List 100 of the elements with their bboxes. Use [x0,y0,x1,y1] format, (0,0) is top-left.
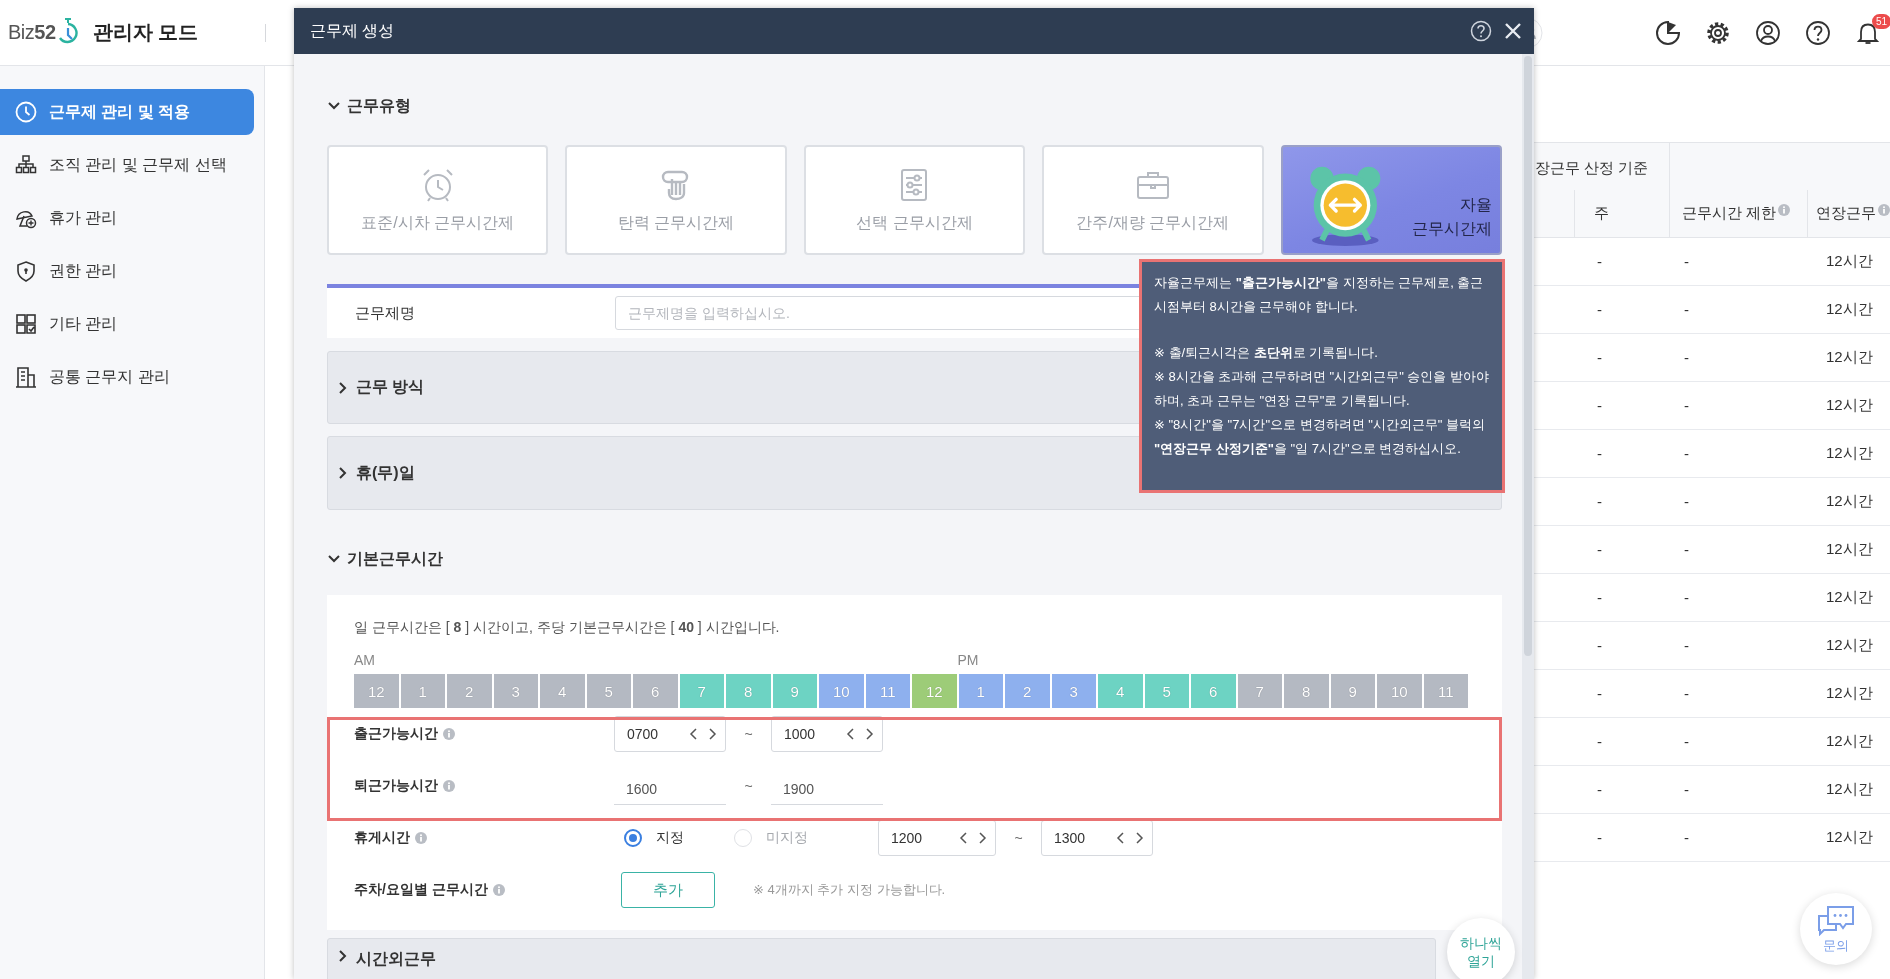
shield-icon [15,260,37,282]
table-cell: - [1575,382,1670,430]
hour-cell: 3 [493,674,538,708]
table-cell: 12시간 [1808,718,1890,766]
table-cell: - [1575,766,1670,814]
sidebar-item[interactable]: 근무제 관리 및 적용 [0,89,254,135]
hour-cell: 2 [1005,674,1050,708]
hour-cell: 5 [586,674,631,708]
time-spinner[interactable]: 0700 [614,716,726,752]
table-cell: - [1670,718,1808,766]
hour-cell: 11 [1423,674,1468,708]
app-title: 관리자 모드 [92,20,199,45]
table-cell: - [1670,814,1808,862]
table-cell: - [1575,718,1670,766]
table-cell: 12시간 [1808,382,1890,430]
table-cell: - [1575,574,1670,622]
hint-text: ※ 4개까지 추가 지정 가능합니다. [753,881,946,899]
table-cell: 12시간 [1808,430,1890,478]
hour-cell: 4 [1098,674,1143,708]
chevron-right-icon[interactable] [977,831,987,845]
time-spinner[interactable]: 1000 [771,716,883,752]
hour-cell: 6 [1191,674,1236,708]
section-heading: 근무유형 [347,95,411,116]
table-cell: 12시간 [1808,766,1890,814]
stopwatch-icon [56,16,79,45]
sidebar-item[interactable]: 공통 근무지 관리 [0,354,254,400]
hour-cell: 6 [633,674,678,708]
collapsible-panel[interactable]: 시간외근무 [327,938,1436,979]
hour-cell: 1 [958,674,1003,708]
section-heading: 기본근무시간 [347,548,443,569]
table-cell: - [1575,334,1670,382]
pie-chart-icon[interactable] [1655,19,1681,46]
chevron-left-icon[interactable] [1116,831,1126,845]
sidebar-item[interactable]: 조직 관리 및 근무제 선택 [0,142,254,188]
settings-icon[interactable] [1705,19,1731,46]
hour-cell: 7 [1237,674,1282,708]
tooltip-text: 자율근무제는 "출근가능시간"을 지정하는 근무제로, 출근 시점부터 8시간을 근무해야 합니다. [1154,274,1485,316]
table-cell: - [1575,814,1670,862]
chevron-left-icon[interactable] [959,831,969,845]
table-cell: - [1670,622,1808,670]
field-label: 주차/요일별 근무시간 [354,881,488,899]
hour-cell: 10 [819,674,864,708]
table-cell: - [1575,286,1670,334]
hour-cell: 2 [447,674,492,708]
help-icon[interactable] [1805,19,1831,46]
table-cell: - [1670,478,1808,526]
table-cell: - [1670,430,1808,478]
table-cell: - [1575,526,1670,574]
table-cell: 12시간 [1808,478,1890,526]
chevron-right-icon[interactable] [864,727,874,741]
table-cell: - [1670,238,1808,286]
table-cell: 12시간 [1808,526,1890,574]
hour-cell: 9 [1330,674,1375,708]
range-separator: ~ [1013,830,1024,846]
hour-cell: 5 [1144,674,1189,708]
hour-cell: 1 [400,674,445,708]
close-icon[interactable] [1504,22,1522,40]
table-cell: - [1575,670,1670,718]
table-cell: - [1670,766,1808,814]
table-cell: - [1670,526,1808,574]
range-separator: ~ [743,778,754,794]
time-spinner[interactable]: 1200 [878,820,996,856]
clock-icon [15,101,37,123]
time-spinner[interactable]: 1300 [1041,820,1153,856]
table-cell: - [1670,382,1808,430]
range-separator: ~ [743,726,754,742]
time-field: 1600 [614,773,726,805]
radio-button[interactable]: 지정 [614,829,724,847]
scrollbar[interactable] [1522,54,1534,979]
chevron-left-icon[interactable] [846,727,856,741]
notification-badge: 51 [1871,13,1890,29]
hour-cell: 8 [726,674,771,708]
logo: Biz52 [8,21,56,44]
hour-cell: 3 [1051,674,1096,708]
chevron-right-icon[interactable] [1134,831,1144,845]
am-label: AM [354,651,376,670]
pm-label: PM [957,651,980,670]
sidebar-item[interactable]: 권한 관리 [0,248,254,294]
table-cell: - [1670,670,1808,718]
table-cell: - [1670,334,1808,382]
header-cell [1533,190,1575,238]
dialog-title: 근무제 생성 [310,20,395,41]
sidebar-item[interactable]: 기타 관리 [0,301,254,347]
table-cell: - [1670,574,1808,622]
chevron-left-icon[interactable] [689,727,699,741]
chevron-right-icon[interactable] [707,727,717,741]
sidebar-item[interactable]: 휴가 관리 [0,195,254,241]
tooltip-text: ※ 8시간을 초과해 근무하려면 "시간외근무" 승인을 받아야 하며, 초과 근무는 "연장 근무"로 기록됩니다. [1154,368,1490,410]
field-label: 출근가능시간 [354,725,438,743]
field-label: 근무제명 [355,303,416,323]
hour-cell: 7 [679,674,724,708]
table-cell: - [1575,430,1670,478]
table-cell: - [1575,622,1670,670]
hour-cell: 11 [865,674,910,708]
grid-icon [15,313,37,335]
user-icon[interactable] [1755,19,1781,46]
table-cell: - [1670,286,1808,334]
work-type-card[interactable]: 자율 근무시간제 [1280,145,1502,255]
chat-bubbles-icon [1816,903,1856,936]
table-cell: - [1575,478,1670,526]
